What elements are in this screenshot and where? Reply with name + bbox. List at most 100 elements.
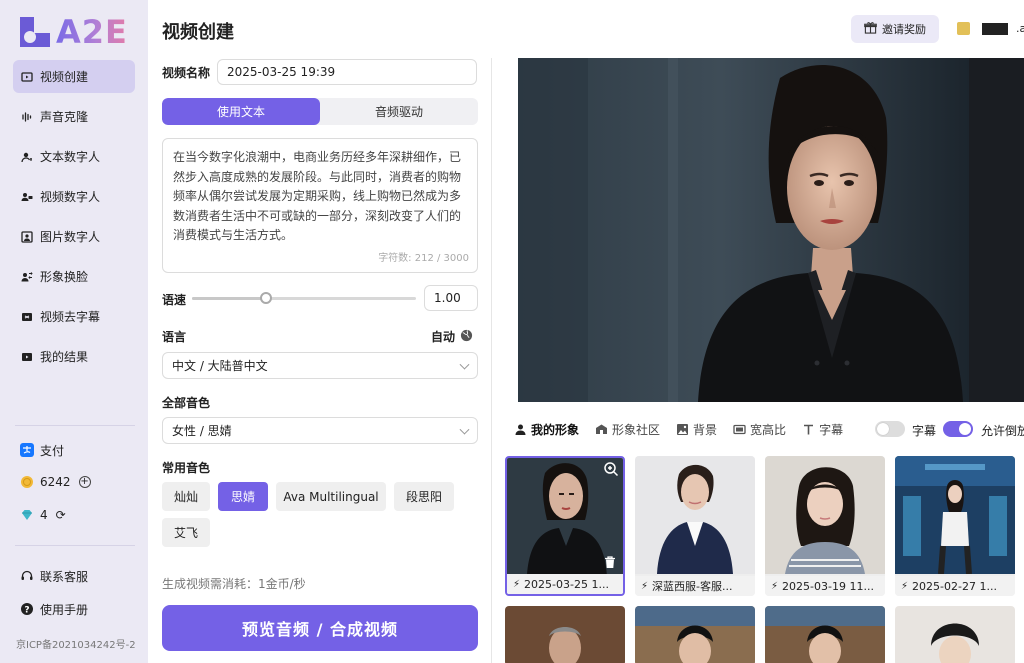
pay-link[interactable]: 支付 [20, 440, 130, 460]
speed-label: 语速 [162, 293, 187, 307]
sidebar-item-video-create[interactable]: 视频创建 [13, 60, 135, 93]
preview-portrait-image [518, 58, 969, 402]
sidebar: A2E 视频创建 声音克隆 文本数字人 视频数字人 图片数字人 形象换脸 视频去… [0, 0, 148, 663]
tab-my-avatars[interactable]: 我的形象 [514, 421, 579, 438]
alipay-icon [20, 443, 34, 457]
column-divider [491, 58, 492, 663]
trash-icon[interactable] [603, 555, 617, 572]
aspect-ratio-icon [733, 423, 746, 436]
language-value: 中文 / 大陆普中文 [172, 359, 268, 373]
script-textarea[interactable]: 在当今数字化浪潮中，电商业务历经多年深耕细作，已然步入高度成熟的发展阶段。与此同… [162, 138, 478, 273]
zoom-in-icon[interactable] [603, 461, 619, 480]
sidebar-nav: 视频创建 声音克隆 文本数字人 视频数字人 图片数字人 形象换脸 视频去字幕 我… [13, 60, 135, 380]
language-auto-toggle[interactable]: 自动 [431, 328, 473, 345]
sidebar-item-face-swap[interactable]: 形象换脸 [13, 260, 135, 293]
voice-value: 女性 / 思婧 [172, 424, 232, 438]
globe-icon [460, 329, 473, 345]
voice-chip-selected[interactable]: 思婧 [218, 482, 268, 511]
voice-chip[interactable]: 灿灿 [162, 482, 210, 511]
language-auto-label: 自动 [431, 330, 456, 344]
text-avatar-icon [21, 151, 33, 163]
lightning-icon: ⚡ [901, 580, 909, 592]
sidebar-item-label: 形象换脸 [40, 270, 89, 284]
subtitle-toggle[interactable] [875, 421, 905, 437]
avatar-card[interactable] [895, 606, 1015, 663]
voice-select[interactable]: 女性 / 思婧 [162, 417, 478, 444]
voice-chip[interactable]: 艾飞 [162, 518, 210, 547]
voice-chip[interactable]: Ava Multilingual [276, 482, 386, 511]
community-icon [595, 423, 608, 436]
language-select[interactable]: 中文 / 大陆普中文 [162, 352, 478, 379]
avatar-card[interactable]: ⚡ 2025-03-25 1... [505, 456, 625, 596]
video-name-input[interactable]: 2025-03-25 19:39 [217, 59, 477, 85]
avatar-card[interactable]: ⚡ 2025-02-27 1... [895, 456, 1015, 596]
face-swap-icon [21, 271, 33, 283]
brand-logo[interactable]: A2E [20, 13, 128, 51]
text-icon [802, 423, 815, 436]
language-label: 语言 [162, 330, 187, 344]
manual-link[interactable]: ? 使用手册 [20, 599, 130, 619]
avatar-thumbnail [765, 606, 885, 663]
tab-audio-driven[interactable]: 音频驱动 [320, 98, 478, 125]
avatar [957, 22, 970, 35]
logo-text: A2E [56, 13, 128, 51]
icp-license[interactable]: 京ICP备2021034242号-2 [16, 636, 136, 651]
speed-value-input[interactable]: 1.00 [424, 285, 478, 311]
logo-mark-icon [20, 17, 50, 47]
sidebar-item-label: 声音克隆 [40, 110, 89, 124]
sidebar-item-label: 视频去字幕 [40, 310, 101, 324]
sidebar-divider [15, 545, 135, 546]
results-icon [21, 351, 33, 363]
sidebar-item-text-avatar[interactable]: 文本数字人 [13, 140, 135, 173]
speed-slider-fill [192, 297, 266, 300]
image-icon [676, 423, 689, 436]
lightning-icon: ⚡ [641, 580, 649, 592]
tab-background[interactable]: 背景 [676, 421, 717, 438]
avatar-name: 深蓝西服-客服... [652, 580, 733, 593]
sidebar-item-results[interactable]: 我的结果 [13, 340, 135, 373]
tab-use-text[interactable]: 使用文本 [162, 98, 320, 125]
tab-label: 字幕 [819, 423, 844, 437]
avatar-preview[interactable] [518, 58, 969, 402]
sidebar-item-video-avatar[interactable]: 视频数字人 [13, 180, 135, 213]
video-name-label: 视频名称 [162, 66, 211, 80]
add-coins-icon[interactable]: + [78, 476, 91, 488]
avatar-card[interactable] [765, 606, 885, 663]
avatar-name: 2025-03-19 11... [782, 579, 874, 593]
avatar-thumbnail [507, 458, 623, 576]
generate-video-button[interactable]: 预览音频 / 合成视频 [162, 605, 478, 651]
avatar-card[interactable]: ⚡ 深蓝西服-客服... [635, 456, 755, 596]
avatar-caption: ⚡ 2025-02-27 1... [895, 576, 1015, 596]
avatar-thumbnail [635, 606, 755, 663]
avatar-thumbnail [895, 456, 1015, 574]
toggle-knob [959, 423, 971, 435]
support-link[interactable]: 联系客服 [20, 566, 130, 586]
coin-count: 6242 [40, 475, 71, 489]
avatar-caption: ⚡ 2025-03-25 1... [507, 574, 623, 594]
pay-label: 支付 [40, 443, 65, 458]
gift-icon [864, 21, 877, 37]
remove-subtitle-icon [21, 311, 33, 323]
user-menu[interactable]: .a [957, 22, 1024, 35]
input-mode-tabs: 使用文本 音频驱动 [162, 98, 478, 125]
sidebar-item-remove-subtitle[interactable]: 视频去字幕 [13, 300, 135, 333]
invite-reward-button[interactable]: 邀请奖励 [851, 15, 939, 43]
chevron-down-icon [459, 424, 470, 435]
sidebar-item-voice-clone[interactable]: 声音克隆 [13, 100, 135, 133]
refresh-icon[interactable]: ⟳ [56, 508, 66, 522]
tab-aspect-ratio[interactable]: 宽高比 [733, 421, 786, 438]
tab-avatar-community[interactable]: 形象社区 [595, 421, 660, 438]
reverse-play-toggle[interactable] [943, 421, 973, 437]
avatar-card[interactable]: ⚡ 2025-03-19 11... [765, 456, 885, 596]
subtitle-toggle-label: 字幕 [912, 424, 937, 438]
speed-slider[interactable] [192, 292, 416, 304]
voice-chip[interactable]: 段思阳 [394, 482, 454, 511]
tab-subtitle[interactable]: 字幕 [802, 421, 843, 438]
sidebar-item-image-avatar[interactable]: 图片数字人 [13, 220, 135, 253]
speed-slider-thumb[interactable] [260, 292, 272, 304]
sidebar-item-label: 我的结果 [40, 350, 89, 364]
sidebar-divider [15, 425, 135, 426]
avatar-card[interactable] [505, 606, 625, 663]
sidebar-item-label: 视频创建 [40, 70, 89, 84]
avatar-card[interactable] [635, 606, 755, 663]
